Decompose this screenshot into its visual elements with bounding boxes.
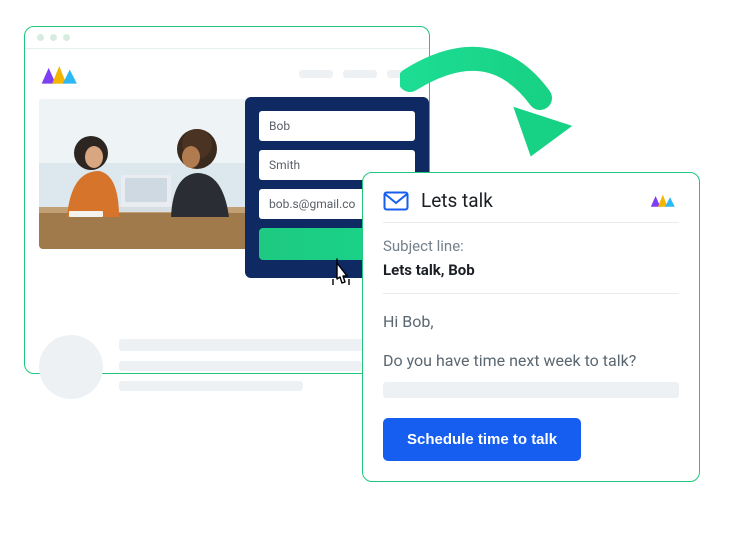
profile-placeholder — [39, 335, 415, 401]
brand-logo-icon — [649, 190, 679, 212]
window-dot — [50, 34, 57, 41]
email-preview: Lets talk Subject line: Lets talk, Bob H… — [362, 172, 700, 482]
nav-item-placeholder — [299, 70, 333, 78]
schedule-button[interactable]: Schedule time to talk — [383, 418, 581, 461]
mail-icon — [383, 190, 409, 212]
subject-value: Lets talk, Bob — [383, 261, 679, 279]
brand-logo-icon — [39, 59, 83, 89]
avatar-placeholder — [39, 335, 103, 399]
email-body: Do you have time next week to talk? — [383, 351, 679, 370]
nav-item-placeholder — [343, 70, 377, 78]
subject-label: Subject line: — [383, 237, 679, 255]
window-dot — [63, 34, 70, 41]
email-title: Lets talk — [421, 189, 637, 212]
nav-placeholder — [299, 70, 415, 78]
browser-dots — [25, 27, 429, 49]
hero-image — [39, 99, 249, 249]
first-name-field[interactable]: Bob — [259, 111, 415, 141]
text-placeholder — [383, 382, 679, 398]
email-greeting: Hi Bob, — [383, 312, 679, 331]
window-dot — [37, 34, 44, 41]
flow-arrow-icon — [400, 40, 590, 190]
